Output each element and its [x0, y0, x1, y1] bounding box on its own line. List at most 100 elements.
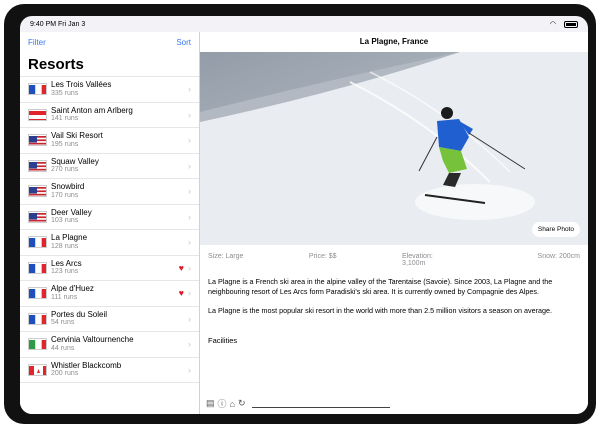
chevron-right-icon: ›: [188, 109, 191, 120]
resort-name: Alpe d'Huez: [51, 284, 94, 293]
facility-icons: ▤ ⓘ ⌂ ↻: [206, 397, 246, 410]
resort-text: Les Trois Vallées 335 runs: [51, 80, 188, 97]
resort-name: Les Arcs: [51, 258, 82, 268]
refresh-icon: ↻: [237, 398, 246, 408]
resort-runs: 44 runs: [51, 344, 75, 352]
resort-name: Vail Ski Resort: [51, 131, 103, 140]
description-paragraph-2: La Plagne is the most popular ski resort…: [208, 305, 552, 315]
resort-name: Whistler Blackcomb: [51, 360, 122, 370]
chevron-right-icon: ›: [188, 313, 191, 324]
house-icon: ⌂: [229, 398, 235, 409]
sort-button[interactable]: Sort: [176, 38, 191, 47]
stats-row: Size: Large Price: $$ Elevation: 3,100m …: [200, 245, 588, 273]
facilities-heading: Facilities: [208, 336, 238, 346]
flag-icon: [28, 287, 47, 300]
resort-row[interactable]: Alpe d'Huez 111 runs ♥ ›: [20, 281, 199, 307]
resort-name: La Plagne: [51, 233, 88, 242]
screen: 9:40 PM Fri Jan 3 ◠ Filter Sort Resorts …: [20, 16, 588, 414]
price-stat: Price: $$: [308, 253, 337, 260]
resort-runs: 123 runs: [51, 268, 79, 276]
heart-icon: ♥: [178, 262, 184, 273]
resort-runs: 128 runs: [51, 242, 79, 250]
flag-icon: [28, 210, 47, 223]
resort-runs: 103 runs: [51, 217, 79, 225]
resort-name: Deer Valley: [51, 207, 92, 217]
flag-icon: [28, 159, 47, 172]
chevron-right-icon: ›: [188, 237, 191, 248]
chevron-right-icon: ›: [188, 160, 191, 171]
filter-button[interactable]: Filter: [28, 38, 46, 47]
chevron-right-icon: ›: [188, 211, 191, 222]
resort-text: Squaw Valley 270 runs: [51, 156, 188, 174]
resort-text: La Plagne 128 runs: [51, 233, 188, 250]
resort-row[interactable]: Deer Valley 103 runs ›: [20, 205, 199, 230]
resort-runs: 141 runs: [51, 115, 79, 123]
resort-row[interactable]: La Plagne 128 runs ›: [20, 230, 199, 256]
chevron-right-icon: ›: [188, 288, 191, 299]
flag-icon: [28, 134, 47, 147]
status-time: 9:40 PM Fri Jan 3: [30, 20, 86, 28]
battery-icon: [564, 20, 578, 28]
info-icon: ⓘ: [217, 399, 227, 409]
snow-stat: Snow: 200cm: [537, 253, 580, 260]
resort-runs: 170 runs: [51, 191, 79, 199]
resort-row[interactable]: Portes du Soleil 54 runs ›: [20, 307, 199, 332]
chevron-right-icon: ›: [188, 84, 191, 95]
resort-runs: 111 runs: [51, 293, 78, 301]
resort-name: Snowbird: [51, 182, 85, 191]
resort-name: Cervinia Valtournenche: [51, 335, 134, 344]
resort-text: Vail Ski Resort 195 runs: [51, 131, 188, 148]
skier-illustration: [200, 52, 588, 245]
resort-row[interactable]: Les Trois Vallées 335 runs ›: [20, 77, 199, 103]
resort-name: Squaw Valley: [51, 156, 99, 166]
resort-row[interactable]: Whistler Blackcomb 200 runs ›: [20, 358, 199, 383]
resort-row[interactable]: Saint Anton am Arlberg 141 runs ›: [20, 103, 199, 128]
ipad-frame: 9:40 PM Fri Jan 3 ◠ Filter Sort Resorts …: [4, 4, 596, 424]
resort-row[interactable]: Les Arcs 123 runs ♥ ›: [20, 256, 199, 281]
chevron-right-icon: ›: [188, 339, 191, 350]
resort-name: Les Trois Vallées: [51, 80, 112, 89]
chevron-right-icon: ›: [188, 135, 191, 146]
resort-text: Cervinia Valtournenche 44 runs: [51, 335, 188, 352]
resort-row[interactable]: Squaw Valley 270 runs ›: [20, 154, 199, 179]
size-stat: Size: Large: [208, 253, 244, 260]
home-indicator: [252, 407, 390, 408]
resort-photo: Share Photo: [200, 52, 588, 245]
flag-icon: [28, 261, 47, 274]
description-paragraph-1: La Plagne is a French ski area in the al…: [208, 277, 553, 297]
heart-icon: ♥: [178, 288, 184, 299]
resort-runs: 54 runs: [51, 319, 75, 327]
resort-text: Whistler Blackcomb 200 runs: [51, 360, 188, 378]
flag-icon: [28, 185, 47, 198]
sidebar-navbar: Filter Sort: [20, 32, 199, 52]
chevron-right-icon: ›: [188, 186, 191, 197]
resort-row[interactable]: Cervinia Valtournenche 44 runs ›: [20, 332, 199, 358]
flag-icon: [28, 312, 47, 325]
flag-icon: [28, 83, 47, 96]
elevation-stat: Elevation: 3,100m: [402, 253, 433, 267]
resort-name: Saint Anton am Arlberg: [51, 105, 133, 115]
flag-icon: [28, 338, 47, 351]
sidebar: Filter Sort Resorts Les Trois Vallées 335…: [20, 32, 200, 414]
resort-runs: 195 runs: [51, 140, 79, 148]
resort-text: Saint Anton am Arlberg 141 runs: [51, 105, 188, 123]
resort-runs: 335 runs: [51, 89, 79, 97]
resort-runs: 200 runs: [51, 370, 79, 378]
wifi-icon: ◠: [549, 21, 556, 28]
resort-text: Deer Valley 103 runs: [51, 207, 188, 225]
resort-list: Les Trois Vallées 335 runs › Saint Anton am…: [20, 76, 199, 383]
resort-row[interactable]: Vail Ski Resort 195 runs ›: [20, 128, 199, 154]
chevron-right-icon: ›: [188, 364, 191, 375]
map-icon: ▤: [206, 398, 215, 408]
flag-icon: [28, 108, 47, 121]
status-bar: 9:40 PM Fri Jan 3 ◠: [20, 16, 588, 32]
resort-text: Snowbird 170 runs: [51, 182, 188, 199]
resort-row[interactable]: Snowbird 170 runs ›: [20, 179, 199, 205]
resort-runs: 270 runs: [51, 166, 79, 174]
share-photo-button[interactable]: Share Photo: [531, 222, 580, 237]
resort-text: Alpe d'Huez 111 runs: [51, 284, 179, 301]
detail-pane: La Plagne, France Share Photo Size: Larg…: [200, 32, 588, 414]
resort-text: Portes du Soleil 54 runs: [51, 310, 188, 327]
resort-text: Les Arcs 123 runs: [51, 258, 179, 276]
chevron-right-icon: ›: [188, 262, 191, 273]
